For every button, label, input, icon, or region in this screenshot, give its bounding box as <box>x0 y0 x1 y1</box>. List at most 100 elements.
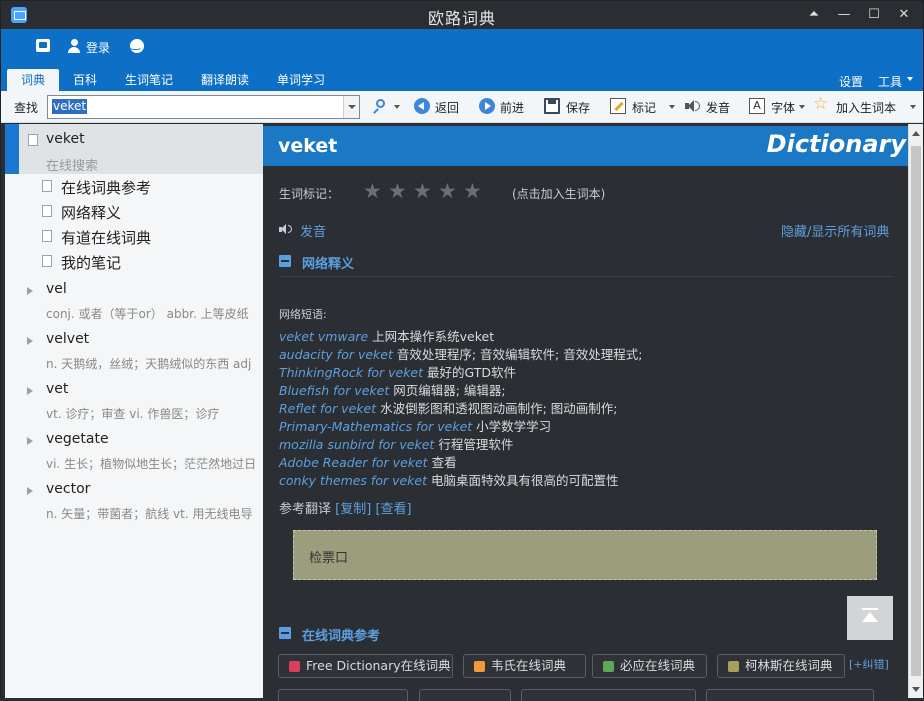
star-icon[interactable]: ★ <box>363 179 382 203</box>
scrollbar-thumb[interactable] <box>911 146 921 676</box>
phrase-term[interactable]: audacity for veket <box>279 347 393 362</box>
phrase-term[interactable]: Primary-Mathematics for veket <box>279 419 472 434</box>
pronounce-link[interactable]: 发音 <box>300 221 326 240</box>
font-chevron-down-icon[interactable] <box>799 105 805 109</box>
maximize-button[interactable]: ☐ <box>861 4 887 26</box>
star-icon[interactable]: ★ <box>388 179 407 203</box>
search-options-chevron-icon[interactable] <box>394 105 400 109</box>
search-label: 查找 <box>14 101 39 115</box>
dictionary-button-partial[interactable] <box>521 689 696 701</box>
dict-name: 必应在线词典 <box>620 658 696 673</box>
expand-arrow-icon[interactable] <box>27 387 33 395</box>
scroll-up-arrow-icon[interactable] <box>912 131 920 136</box>
dict-name: Free Dictionary在线词典 <box>306 658 451 673</box>
tab-encyclopedia[interactable]: 百科 <box>67 69 103 91</box>
back-button[interactable]: 返回 <box>435 99 459 116</box>
font-icon[interactable]: A <box>749 98 765 114</box>
entry-definition: n. 矢量；带菌者；航线 vt. 用无线电导 <box>46 507 253 521</box>
star-icon[interactable]: ★ <box>438 179 457 203</box>
collins-dictionary-button[interactable]: 柯林斯在线词典 <box>717 654 845 678</box>
collapse-web-section-icon[interactable] <box>279 255 291 267</box>
phrase-term[interactable]: ThinkingRock for veket <box>279 365 423 380</box>
wordbook-hint[interactable]: (点击加入生词本) <box>512 185 605 202</box>
online-search-link[interactable]: 在线搜索 <box>46 155 98 174</box>
login-link[interactable]: 登录 <box>86 39 110 56</box>
sub-item-label[interactable]: 网络释义 <box>61 202 121 223</box>
star-icon[interactable]: ★ <box>463 179 482 203</box>
sub-item-label[interactable]: 在线词典参考 <box>61 177 151 198</box>
phrase-term[interactable]: conky themes for veket <box>279 473 427 488</box>
tools-chevron-down-icon[interactable] <box>907 77 913 81</box>
back-arrow-icon[interactable] <box>414 98 430 114</box>
expand-arrow-icon[interactable] <box>27 437 33 445</box>
sub-item-label[interactable]: 我的笔记 <box>61 252 121 273</box>
save-button[interactable]: 保存 <box>566 99 590 116</box>
online-dict-reference-heading[interactable]: 在线词典参考 <box>302 625 380 644</box>
user-icon[interactable] <box>68 39 80 53</box>
speaker-icon[interactable] <box>279 223 293 235</box>
add-wordbook-button[interactable]: 加入生词本 <box>836 99 896 116</box>
dictionary-button-partial[interactable] <box>419 689 511 701</box>
expand-arrow-icon[interactable] <box>27 337 33 345</box>
add-wordbook-chevron-down-icon[interactable] <box>910 105 916 109</box>
pronounce-button[interactable]: 发音 <box>706 99 730 116</box>
star-icon[interactable]: ★ <box>413 179 432 203</box>
tab-translate-read[interactable]: 翻译朗读 <box>195 69 255 91</box>
expand-arrow-icon[interactable] <box>27 487 33 495</box>
sub-item-label[interactable]: 有道在线词典 <box>61 227 151 248</box>
mark-pencil-icon[interactable] <box>610 98 626 114</box>
entry-word[interactable]: vector <box>46 481 90 497</box>
entry-word[interactable]: vet <box>46 381 68 397</box>
tab-word-study[interactable]: 单词学习 <box>271 69 331 91</box>
search-history-dropdown[interactable] <box>343 96 359 118</box>
add-wordbook-star-icon[interactable]: ☆ <box>813 96 829 113</box>
dictionary-button-partial[interactable] <box>706 689 874 701</box>
phrase-term[interactable]: mozilla sunbird for veket <box>279 437 434 452</box>
forward-button[interactable]: 前进 <box>500 99 524 116</box>
minimize-button[interactable]: — <box>831 4 857 26</box>
search-icon[interactable] <box>373 98 390 114</box>
save-disk-icon[interactable] <box>544 98 560 114</box>
bing-dictionary-button[interactable]: 必应在线词典 <box>592 654 707 678</box>
phrase-term[interactable]: Bluefish for veket <box>279 383 389 398</box>
dictionary-button-partial[interactable] <box>278 689 408 701</box>
mark-chevron-down-icon[interactable] <box>669 105 675 109</box>
pin-icon[interactable]: ⏶ <box>801 4 827 26</box>
dict-color-icon <box>474 661 485 672</box>
speaker-icon[interactable] <box>684 98 700 114</box>
feedback-smile-icon[interactable] <box>130 38 144 53</box>
expand-arrow-icon[interactable] <box>27 287 33 295</box>
settings-menu[interactable]: 设置 <box>839 73 863 90</box>
tools-menu[interactable]: 工具 <box>878 73 902 90</box>
definition-scrollbar[interactable] <box>908 124 923 698</box>
close-button[interactable]: ✕ <box>891 4 917 26</box>
mini-mode-icon[interactable] <box>36 39 50 52</box>
phrase-term[interactable]: Adobe Reader for veket <box>279 455 428 470</box>
word-list-pane: veket 在线搜索 在线词典参考 网络释义 有道在线词典 我的笔记 vel c… <box>5 124 263 698</box>
web-definitions-heading[interactable]: 网络释义 <box>302 253 354 272</box>
webster-dictionary-button[interactable]: 韦氏在线词典 <box>463 654 586 678</box>
free-dictionary-button[interactable]: Free Dictionary在线词典 <box>278 654 453 678</box>
search-input[interactable]: veket <box>47 95 360 119</box>
collapse-online-section-icon[interactable] <box>279 627 291 639</box>
report-error-link[interactable]: [+纠错] <box>849 656 889 672</box>
entry-word[interactable]: vegetate <box>46 431 109 447</box>
copy-link[interactable]: [复制] <box>335 502 371 517</box>
view-link[interactable]: [查看] <box>375 502 411 517</box>
back-to-top-button[interactable] <box>847 596 893 640</box>
entry-word[interactable]: vel <box>46 281 67 297</box>
scroll-down-arrow-icon[interactable] <box>912 687 920 692</box>
font-button[interactable]: 字体 <box>771 99 795 116</box>
tab-word-notes[interactable]: 生词笔记 <box>119 69 179 91</box>
current-word[interactable]: veket <box>46 131 85 147</box>
forward-arrow-icon[interactable] <box>479 98 495 114</box>
entry-word[interactable]: velvet <box>46 331 89 347</box>
dict-color-icon <box>289 661 300 672</box>
tab-dictionary[interactable]: 词典 <box>7 69 59 91</box>
mark-button[interactable]: 标记 <box>632 99 656 116</box>
search-value[interactable]: veket <box>52 99 88 114</box>
toggle-all-dictionaries-link[interactable]: 隐藏/显示所有词典 <box>781 221 889 240</box>
phrase-term[interactable]: Reflet for veket <box>279 401 376 416</box>
current-word-item[interactable] <box>5 124 263 174</box>
phrase-term[interactable]: veket vmware <box>279 329 368 344</box>
